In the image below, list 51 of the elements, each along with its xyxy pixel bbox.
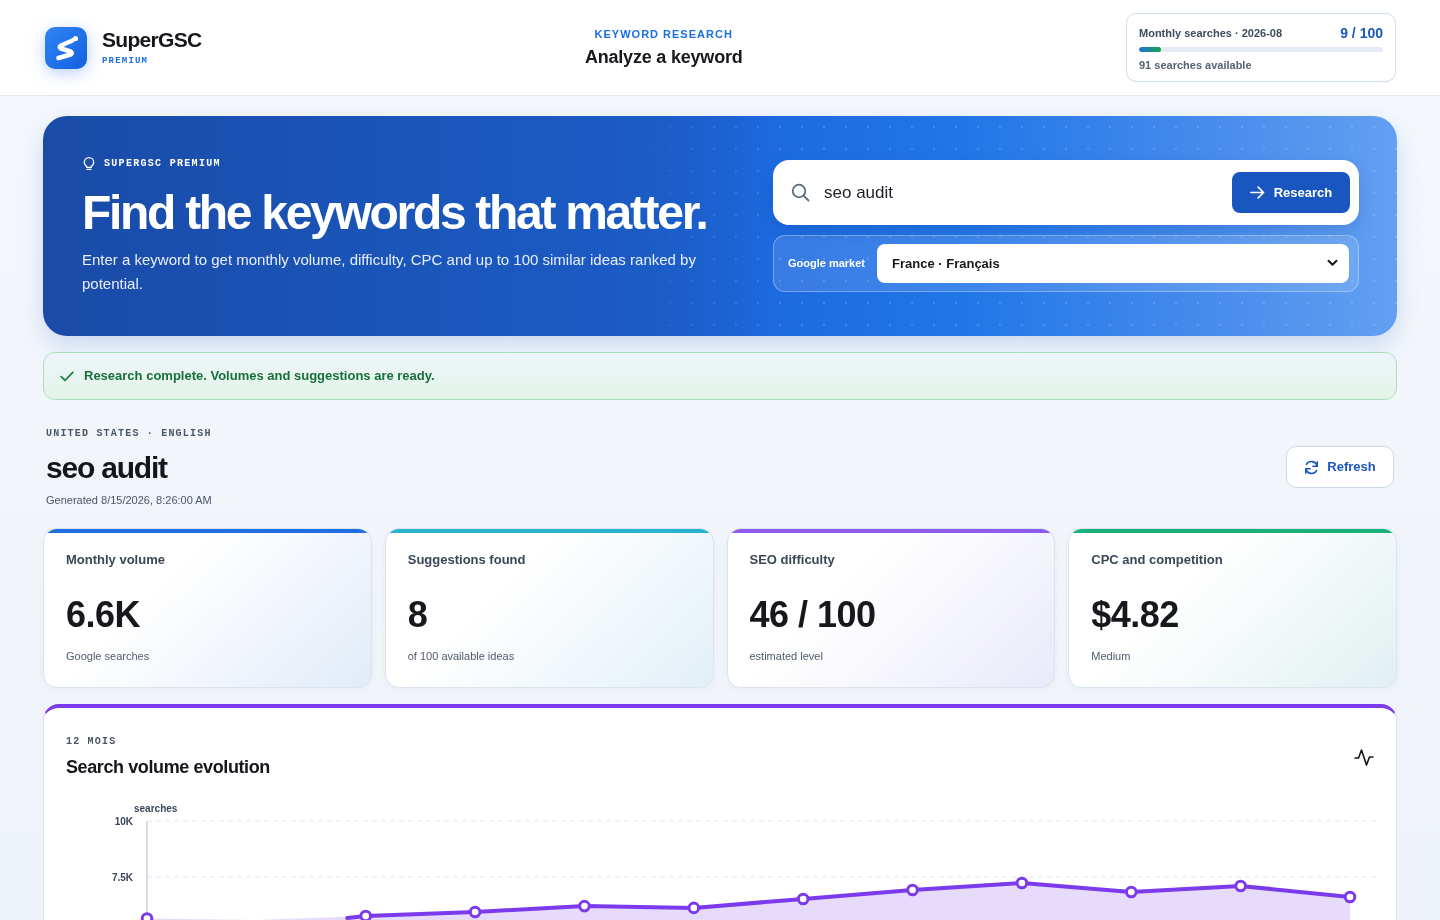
stat-note: estimated level xyxy=(749,649,824,663)
refresh-button[interactable]: Refresh xyxy=(1286,446,1394,488)
stat-note: of 100 available ideas xyxy=(407,649,516,663)
refresh-icon xyxy=(1304,459,1320,475)
stat-label: SEO difficulty xyxy=(749,551,836,569)
search-icon xyxy=(791,183,810,202)
logo-icon xyxy=(45,26,87,69)
arrow-right-icon xyxy=(1249,186,1265,199)
stat-label: Suggestions found xyxy=(407,551,527,569)
data-point xyxy=(906,883,919,897)
keyword-heading: seo audit xyxy=(45,450,169,486)
stat-note: Google searches xyxy=(66,649,151,663)
market-label: Google market xyxy=(788,256,866,272)
chart-title: Search volume evolution xyxy=(66,756,270,779)
pulse-icon xyxy=(1354,747,1374,767)
hero-eyebrow: SUPERGSC PREMIUM xyxy=(104,156,221,171)
quota-label: Monthly searches · 2026-08 xyxy=(1139,26,1283,41)
axis-title: searches xyxy=(134,803,178,814)
stat-note: Medium xyxy=(1091,649,1132,663)
axis-tick-label: 7.5K xyxy=(111,872,133,883)
alert-message: Research complete. Volumes and suggestions are ready. xyxy=(84,367,435,386)
data-point xyxy=(1343,890,1357,904)
brand-name: SuperGSC xyxy=(102,28,202,52)
stat-value: $4.82 xyxy=(1091,593,1180,637)
data-point xyxy=(687,901,701,915)
plan-label: PREMIUM xyxy=(102,55,150,67)
data-point xyxy=(1234,879,1247,893)
quota-count: 9 / 100 xyxy=(1340,25,1383,41)
lightbulb-icon xyxy=(83,156,95,171)
stat-label: Monthly volume xyxy=(66,551,166,569)
market-select[interactable]: France · Français xyxy=(877,244,1349,283)
stat-value: 6.6K xyxy=(66,593,142,637)
data-point xyxy=(578,899,591,913)
axis-tick-label: 10K xyxy=(114,816,133,827)
chevron-down-icon xyxy=(1327,259,1338,267)
chart-eyebrow: 12 MOIS xyxy=(66,735,118,749)
check-icon xyxy=(60,370,74,382)
quota-note: 91 searches available xyxy=(1139,58,1253,72)
hero-headline: Find the keywords that matter. xyxy=(82,184,708,241)
hero-description: Enter a keyword to get monthly volume, difficulty, CPC and up to 100 similar ideas ranked by potential. xyxy=(82,249,697,294)
data-point xyxy=(1124,885,1138,899)
stat-value: 46 / 100 xyxy=(749,593,877,637)
data-point xyxy=(1015,876,1029,890)
research-button[interactable]: Research xyxy=(1232,172,1350,213)
page-title: Analyze a keyword xyxy=(584,45,743,69)
stat-value: 8 xyxy=(407,593,429,637)
generated-time: Generated 8/15/2026, 8:26:00 AM xyxy=(45,493,212,508)
stat-label: CPC and competition xyxy=(1091,551,1224,569)
section-eyebrow: KEYWORD RESEARCH xyxy=(593,26,734,41)
market-caption: UNITED STATES · ENGLISH xyxy=(45,427,212,441)
data-point xyxy=(796,892,810,906)
